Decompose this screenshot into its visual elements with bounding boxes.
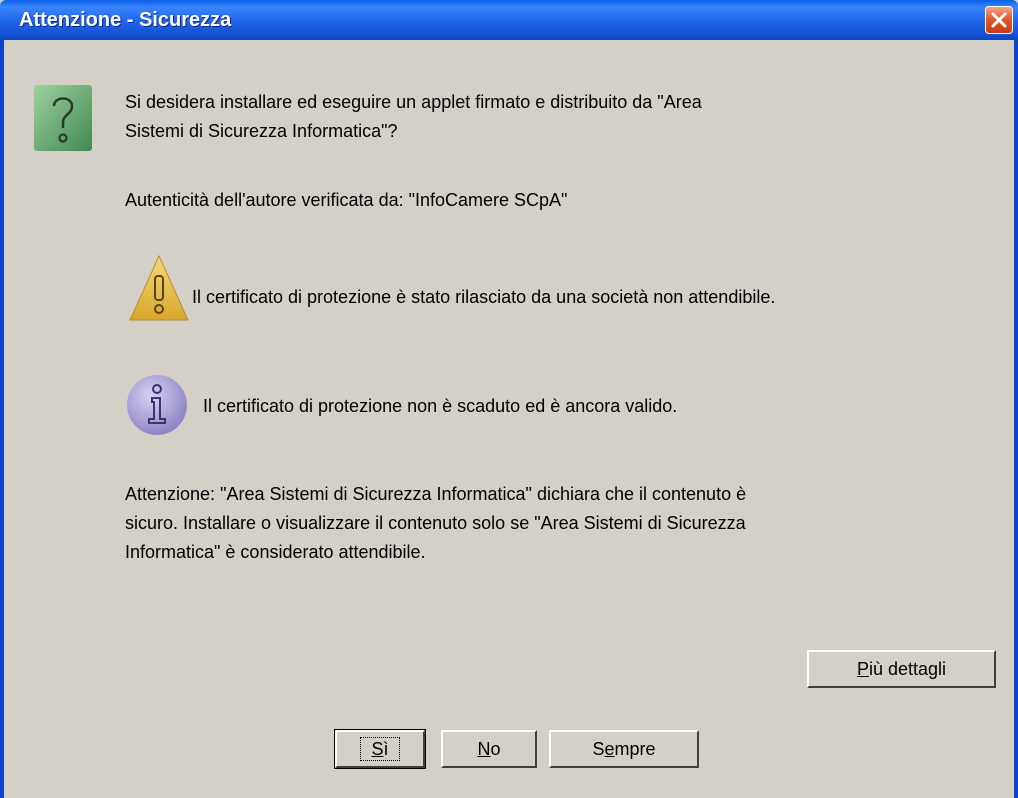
yes-focus-ring: Sì	[360, 737, 400, 761]
yes-mnemonic: S	[371, 739, 384, 759]
yes-button[interactable]: Sì	[334, 729, 426, 769]
window-title: Attenzione - Sicurezza	[19, 9, 232, 31]
window-frame-right	[1014, 40, 1018, 798]
no-mnemonic: N	[477, 739, 491, 759]
question-icon	[34, 85, 92, 151]
warning-icon	[129, 254, 189, 321]
info-icon	[127, 375, 187, 435]
more-details-mnemonic: P	[856, 659, 869, 679]
dialog-content: Si desidera installare ed eseguire un ap…	[4, 40, 1014, 798]
more-details-label: iù dettagli	[868, 659, 947, 679]
always-label-pre: S	[592, 739, 605, 759]
question-text-line1: Si desidera installare ed eseguire un ap…	[125, 92, 702, 112]
warning-text: Il certificato di protezione è stato ril…	[192, 287, 776, 307]
caution-text-line1: Attenzione: "Area Sistemi di Sicurezza I…	[125, 484, 747, 504]
security-dialog: Attenzione - Sicurezza Si desidera insta…	[0, 0, 1018, 798]
no-button[interactable]: No	[441, 730, 537, 768]
caution-text-line3: Informatica" è considerato attendibile.	[125, 542, 426, 562]
more-details-button[interactable]: Più dettagli	[807, 650, 996, 688]
caution-text-line2: sicuro. Installare o visualizzare il con…	[125, 513, 746, 533]
close-icon	[991, 12, 1007, 28]
close-button[interactable]	[985, 6, 1013, 34]
title-bar[interactable]: Attenzione - Sicurezza	[0, 0, 1018, 40]
question-text-line2: Sistemi di Sicurezza Informatica"?	[125, 121, 398, 141]
always-button[interactable]: Sempre	[549, 730, 699, 768]
always-label-rest: mpre	[614, 739, 656, 759]
yes-label: ì	[383, 739, 389, 759]
always-mnemonic: e	[604, 739, 615, 759]
authenticity-text: Autenticità dell'autore verificata da: "…	[125, 190, 568, 210]
info-text: Il certificato di protezione non è scadu…	[203, 396, 678, 416]
no-label: o	[490, 739, 501, 759]
